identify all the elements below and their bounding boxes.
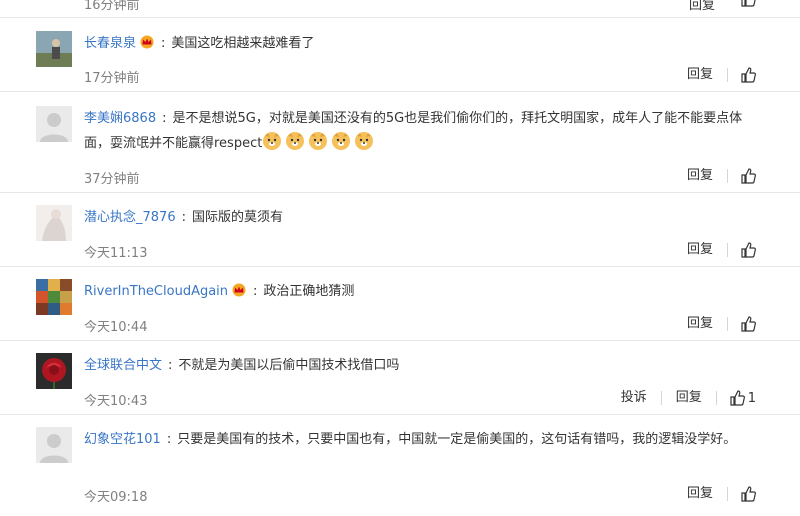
doge-emoji-icon (262, 131, 282, 160)
thumbs-up-icon (741, 486, 756, 502)
comment-footer: 17分钟前 回复 (84, 65, 764, 86)
doge-emoji-icon (331, 131, 351, 160)
comment-body: 政治正确地猜测 (263, 284, 355, 299)
reply-button[interactable]: 回复 (685, 484, 715, 504)
reply-button[interactable]: 回复 (689, 0, 715, 13)
report-button[interactable]: 投诉 (619, 388, 649, 408)
comment-footer: 今天11:13 回复 (84, 240, 764, 261)
comment-item: 长春泉泉: 美国这吃相越来越难看了 17分钟前 回复 (0, 17, 800, 92)
like-button[interactable] (740, 168, 756, 184)
comment-item: 全球联合中文: 不就是为美国以后偷中国技术找借口吗 今天10:43 投诉 回复 1 (0, 341, 800, 415)
like-button[interactable]: 1 (729, 390, 756, 406)
comment-body: 是不是想说5G，对就是美国还没有的5G也是我们偷你们的，拜托文明国家，成年人了能… (84, 111, 743, 151)
emoji-group (262, 132, 377, 151)
doge-emoji-icon (308, 131, 328, 160)
comment-actions: 回复 (685, 314, 756, 334)
comment-text-block: 长春泉泉: 美国这吃相越来越难看了 (84, 31, 764, 58)
comment-text-block: 潜心执念_7876: 国际版的莫须有 (84, 210, 283, 225)
thumbs-up-icon (741, 242, 756, 258)
comment-item: RiverInTheCloudAgain: 政治正确地猜测 今天10:44 回复 (0, 267, 800, 341)
reply-button[interactable]: 回复 (685, 314, 715, 334)
divider (727, 487, 728, 501)
username-link[interactable]: 长春泉泉 (84, 36, 136, 51)
like-count: 1 (747, 390, 756, 406)
reply-button[interactable]: 回复 (685, 240, 715, 260)
username-link[interactable]: 潜心执念_7876 (84, 210, 176, 225)
comment-time: 今天09:18 (84, 490, 148, 505)
comment-footer: 今天10:44 回复 (84, 314, 764, 335)
thumbs-up-icon (741, 168, 756, 184)
comment-time: 37分钟前 (84, 172, 140, 187)
avatar[interactable] (36, 31, 72, 67)
comment-item: 潜心执念_7876: 国际版的莫须有 今天11:13 回复 (0, 193, 800, 267)
vip-crown-icon (231, 281, 247, 306)
avatar[interactable] (36, 427, 72, 463)
like-button[interactable] (740, 242, 756, 258)
comment-item: 李美娴6868: 是不是想说5G，对就是美国还没有的5G也是我们偷你们的，拜托文明… (0, 92, 800, 193)
comment-actions: 回复 (685, 166, 756, 186)
previous-comment-footer: 16分钟前 回复 (0, 0, 800, 18)
like-button[interactable] (740, 316, 756, 332)
comment-footer: 今天10:43 投诉 回复 1 (84, 388, 764, 409)
like-icon[interactable] (740, 0, 756, 11)
reply-button[interactable]: 回复 (685, 166, 715, 186)
comment-time: 16分钟前 (84, 0, 140, 13)
like-button[interactable] (740, 67, 756, 83)
comment-footer: 今天09:18 回复 (84, 484, 764, 505)
comment-time: 17分钟前 (84, 71, 140, 86)
comment-actions: 投诉 回复 1 (619, 388, 756, 408)
comment-time: 今天10:43 (84, 394, 148, 409)
divider (660, 391, 662, 405)
vip-crown-icon (139, 33, 155, 58)
comment-actions: 回复 (685, 240, 756, 260)
comment-actions: 回复 (685, 484, 756, 504)
thumbs-up-icon (741, 316, 756, 332)
username-link[interactable]: 李美娴6868 (84, 111, 156, 126)
divider (727, 68, 728, 82)
divider (727, 169, 728, 183)
comment-body: 美国这吃相越来越难看了 (171, 36, 315, 51)
avatar[interactable] (36, 279, 72, 315)
avatar[interactable] (36, 205, 72, 241)
comment-time: 今天10:44 (84, 320, 148, 335)
comment-footer: 37分钟前 回复 (84, 166, 764, 187)
comment-text-block: 李美娴6868: 是不是想说5G，对就是美国还没有的5G也是我们偷你们的，拜托文明… (84, 106, 764, 160)
divider (715, 391, 717, 405)
username-link[interactable]: 幻象空花101 (84, 432, 161, 447)
divider (727, 243, 728, 257)
reply-button[interactable]: 回复 (674, 388, 704, 408)
comment-body: 国际版的莫须有 (191, 210, 283, 225)
comment-time: 今天11:13 (84, 246, 148, 261)
thumbs-up-icon (741, 67, 756, 83)
comment-text-block: 全球联合中文: 不就是为美国以后偷中国技术找借口吗 (84, 358, 400, 373)
comment-actions: 回复 (685, 65, 756, 85)
comment-text-block: 幻象空花101: 只要是美国有的技术，只要中国也有，中国就一定是偷美国的，这句话有… (84, 432, 737, 447)
username-link[interactable]: RiverInTheCloudAgain (84, 284, 228, 299)
avatar[interactable] (36, 353, 72, 389)
avatar[interactable] (36, 106, 72, 142)
doge-emoji-icon (354, 131, 374, 160)
comment-item: 幻象空花101: 只要是美国有的技术，只要中国也有，中国就一定是偷美国的，这句话有… (0, 415, 800, 516)
like-button[interactable] (740, 486, 756, 502)
username-link[interactable]: 全球联合中文 (84, 358, 162, 373)
doge-emoji-icon (285, 131, 305, 160)
divider (727, 317, 728, 331)
comment-text-block: RiverInTheCloudAgain: 政治正确地猜测 (84, 279, 764, 306)
thumbs-up-icon (730, 390, 745, 406)
reply-button[interactable]: 回复 (685, 65, 715, 85)
comment-body: 只要是美国有的技术，只要中国也有，中国就一定是偷美国的，这句话有错吗，我的逻辑没… (177, 432, 737, 447)
comment-body: 不就是为美国以后偷中国技术找借口吗 (178, 358, 400, 373)
